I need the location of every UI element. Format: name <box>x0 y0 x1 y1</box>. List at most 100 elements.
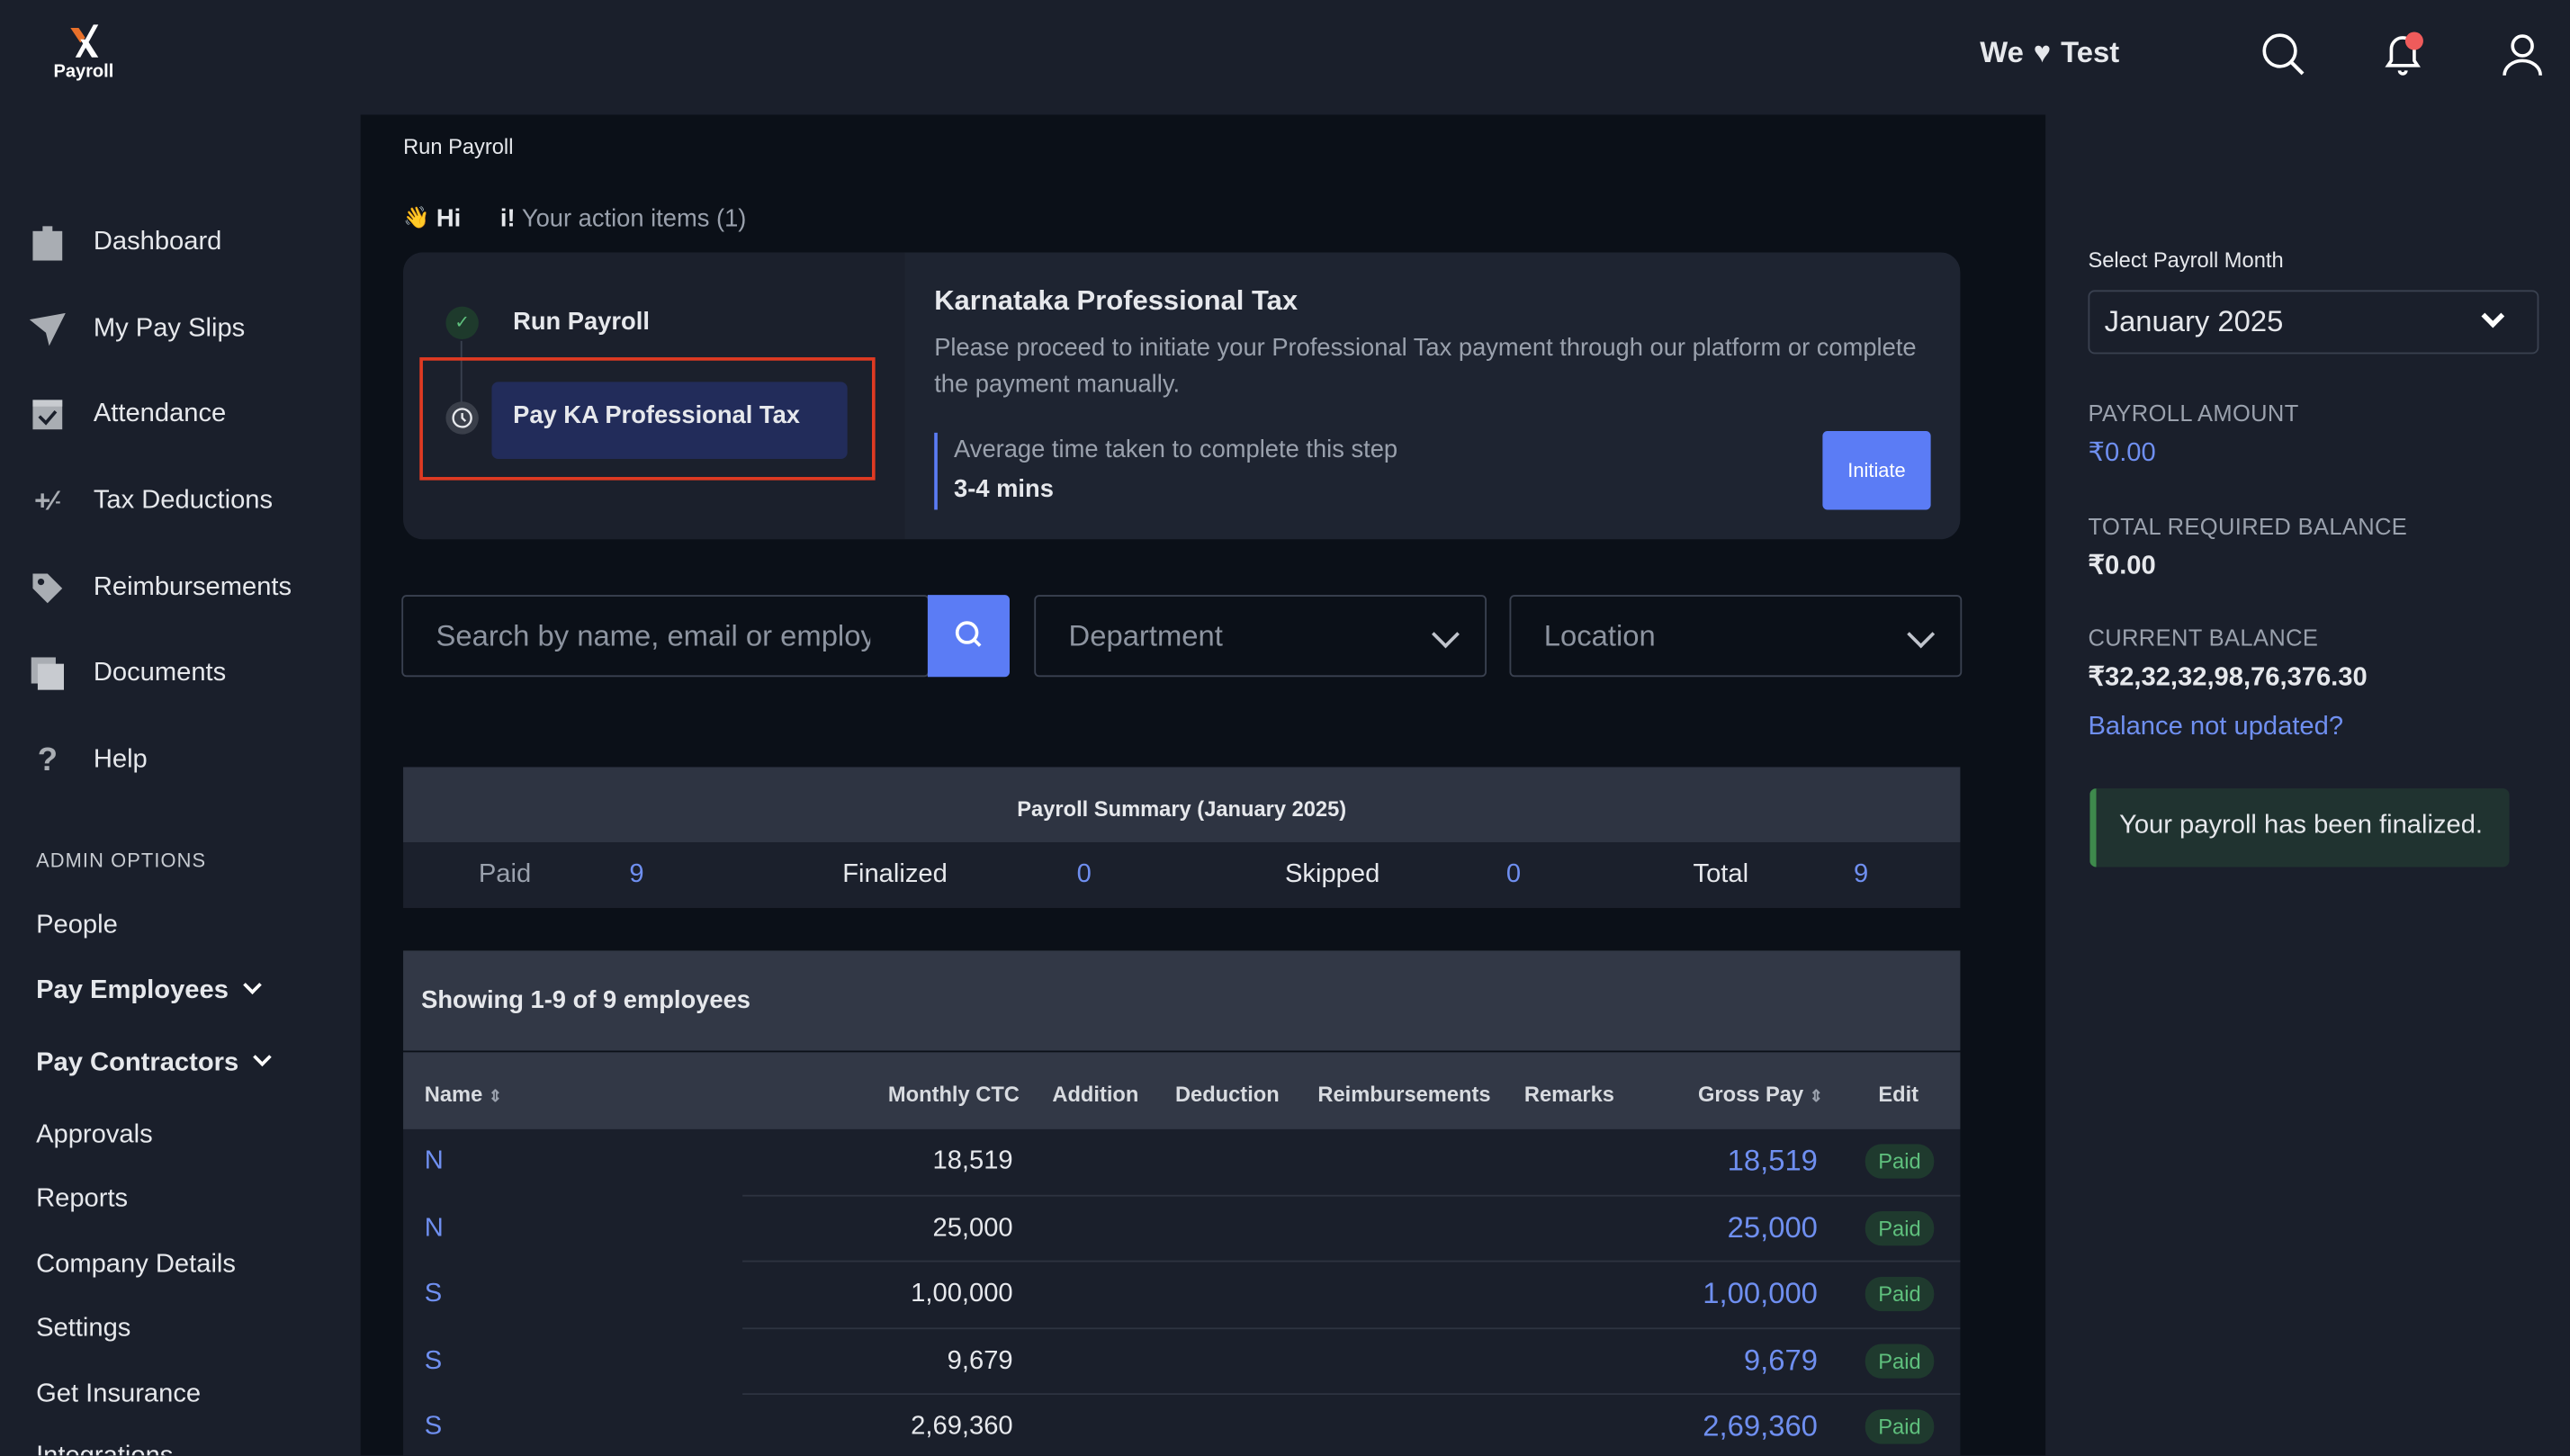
sidebar-item-pay-contractors[interactable]: Pay Contractors <box>36 1047 272 1079</box>
required-balance-label: TOTAL REQUIRED BALANCE <box>2088 513 2408 540</box>
notification-dot <box>2404 31 2423 50</box>
current-balance-value: ₹32,32,32,98,76,376.30 <box>2088 663 2368 692</box>
department-select[interactable]: Department <box>1034 595 1487 678</box>
sidebar-item-my-pay-slips[interactable]: My Pay Slips <box>29 311 245 347</box>
column-reimbursements: Reimbursements <box>1317 1082 1491 1107</box>
stat-value: 9 <box>1854 860 1869 889</box>
org-name[interactable]: We ♥ Test <box>1980 36 2119 70</box>
sidebar-item-label: Reimbursements <box>93 573 292 602</box>
sidebar-item-dashboard[interactable]: Dashboard <box>30 225 222 261</box>
greeting-text: Hi <box>436 204 462 233</box>
action-items-count[interactable]: Your action items (1) <box>522 205 747 233</box>
gross-pay[interactable]: 9,679 <box>1744 1344 1818 1378</box>
time-accent-bar <box>934 432 938 510</box>
sort-icon[interactable]: ⇕ <box>1810 1088 1823 1106</box>
table-header: Name ⇕ Monthly CTC Addition Deduction Re… <box>403 1052 1961 1129</box>
time-value: 3-4 mins <box>954 475 1054 504</box>
stat-value: 0 <box>1505 860 1522 889</box>
sidebar-item-label: Attendance <box>93 400 227 428</box>
table-showing-count: Showing 1-9 of 9 employees <box>403 950 1961 1051</box>
org-name-suffix: Test <box>2061 36 2120 69</box>
breadcrumb: Run Payroll <box>403 134 514 159</box>
column-label: Name <box>424 1082 483 1107</box>
employee-name[interactable]: S <box>425 1347 442 1377</box>
percent-icon: +⁄ - <box>34 485 61 517</box>
user-icon[interactable] <box>2500 31 2546 77</box>
payroll-month-value: January 2025 <box>2104 304 2284 338</box>
chevron-down-icon <box>2481 304 2505 328</box>
time-label: Average time taken to complete this step <box>954 436 1398 464</box>
admin-options-heading: ADMIN OPTIONS <box>36 849 207 872</box>
search-button[interactable] <box>927 595 1010 678</box>
sidebar-item-reports[interactable]: Reports <box>36 1185 128 1215</box>
payroll-amount-label: PAYROLL AMOUNT <box>2088 400 2299 427</box>
status-badge: Paid <box>1865 1277 1935 1312</box>
clipboard-icon <box>30 225 66 261</box>
heart-icon: ♥ <box>2033 36 2052 69</box>
bell-icon[interactable] <box>2378 28 2431 80</box>
employee-name[interactable]: S <box>425 1281 442 1310</box>
table-row: S 2,69,360 2,69,360 Paid <box>403 1396 1960 1456</box>
sidebar-item-label: Help <box>93 745 148 774</box>
sidebar-item-label: Dashboard <box>93 228 222 256</box>
documents-icon <box>30 656 66 692</box>
chevron-down-icon <box>253 1047 272 1067</box>
search-placeholder: Search by name, email or employee ID <box>436 618 870 652</box>
sidebar-item-get-insurance[interactable]: Get Insurance <box>36 1380 201 1410</box>
table-row: S 1,00,000 1,00,000 Paid <box>403 1263 1961 1329</box>
gross-pay[interactable]: 25,000 <box>1728 1210 1818 1245</box>
logo-text: Payroll <box>53 62 114 83</box>
gross-pay[interactable]: 18,519 <box>1728 1144 1818 1178</box>
sidebar-item-reimbursements[interactable]: Reimbursements <box>30 571 292 607</box>
gross-pay[interactable]: 2,69,360 <box>1703 1410 1818 1444</box>
action-item-card: ✓ Run Payroll Pay KA Professional Tax Ka… <box>403 252 1961 540</box>
step-run-payroll[interactable]: Run Payroll <box>513 308 650 336</box>
logo[interactable]: Payroll <box>49 22 118 82</box>
employee-name[interactable]: S <box>425 1414 442 1443</box>
monthly-ctc: 18,519 <box>932 1146 1013 1175</box>
search-icon[interactable] <box>2260 31 2306 77</box>
sidebar-item-integrations[interactable]: Integrations <box>36 1443 173 1456</box>
sidebar-item-label: Tax Deductions <box>93 486 274 515</box>
stat-value: 9 <box>629 860 644 889</box>
main-content: Run Payroll 👋 Hi i! Your action items (1… <box>360 114 2046 1456</box>
sort-icon[interactable]: ⇕ <box>489 1088 502 1106</box>
sidebar-item-pay-employees[interactable]: Pay Employees <box>36 975 262 1007</box>
monthly-ctc: 1,00,000 <box>911 1280 1013 1308</box>
sidebar-item-attendance[interactable]: Attendance <box>30 397 226 433</box>
column-label: Gross Pay <box>1697 1082 1804 1107</box>
search-input[interactable]: Search by name, email or employee ID <box>401 595 930 678</box>
chevron-down-icon <box>242 975 262 994</box>
send-icon <box>29 311 66 347</box>
table-row: S 9,679 9,679 Paid <box>403 1329 1961 1396</box>
summary-title: Payroll Summary (January 2025) <box>403 767 1961 843</box>
sidebar-item-approvals[interactable]: Approvals <box>36 1121 153 1151</box>
employee-name[interactable]: N <box>425 1147 444 1177</box>
status-badge: Paid <box>1865 1344 1935 1379</box>
sidebar-item-company-details[interactable]: Company Details <box>36 1251 236 1281</box>
payroll-month-select[interactable]: January 2025 <box>2088 290 2539 355</box>
greeting: 👋 Hi i! Your action items (1) <box>403 205 746 233</box>
monthly-ctc: 25,000 <box>932 1213 1013 1242</box>
sidebar-item-help[interactable]: ? Help <box>30 741 148 778</box>
location-value: Location <box>1543 618 1656 652</box>
initiate-button[interactable]: Initiate <box>1822 431 1931 510</box>
balance-not-updated-link[interactable]: Balance not updated? <box>2088 713 2343 742</box>
sidebar-item-settings[interactable]: Settings <box>36 1315 130 1344</box>
column-name[interactable]: Name ⇕ <box>425 1082 502 1106</box>
stat-label: Finalized <box>842 860 948 889</box>
chevron-down-icon <box>1432 620 1460 649</box>
sidebar-item-tax-deductions[interactable]: +⁄ - Tax Deductions <box>30 483 273 519</box>
column-gross-pay[interactable]: Gross Pay ⇕ <box>1698 1082 1823 1106</box>
steps-panel: ✓ Run Payroll Pay KA Professional Tax <box>403 252 905 540</box>
gross-pay[interactable]: 1,00,000 <box>1703 1277 1818 1311</box>
employee-name[interactable]: N <box>425 1214 444 1244</box>
department-value: Department <box>1068 618 1223 652</box>
sidebar-item-label: Pay Contractors <box>36 1048 239 1077</box>
sidebar-item-people[interactable]: People <box>36 912 118 941</box>
task-description: Please proceed to initiate your Professi… <box>934 334 1917 399</box>
sidebar-item-documents[interactable]: Documents <box>30 656 226 692</box>
finalized-alert: Your payroll has been finalized. <box>2089 788 2510 867</box>
location-select[interactable]: Location <box>1509 595 1963 678</box>
stat-label: Paid <box>478 860 532 889</box>
